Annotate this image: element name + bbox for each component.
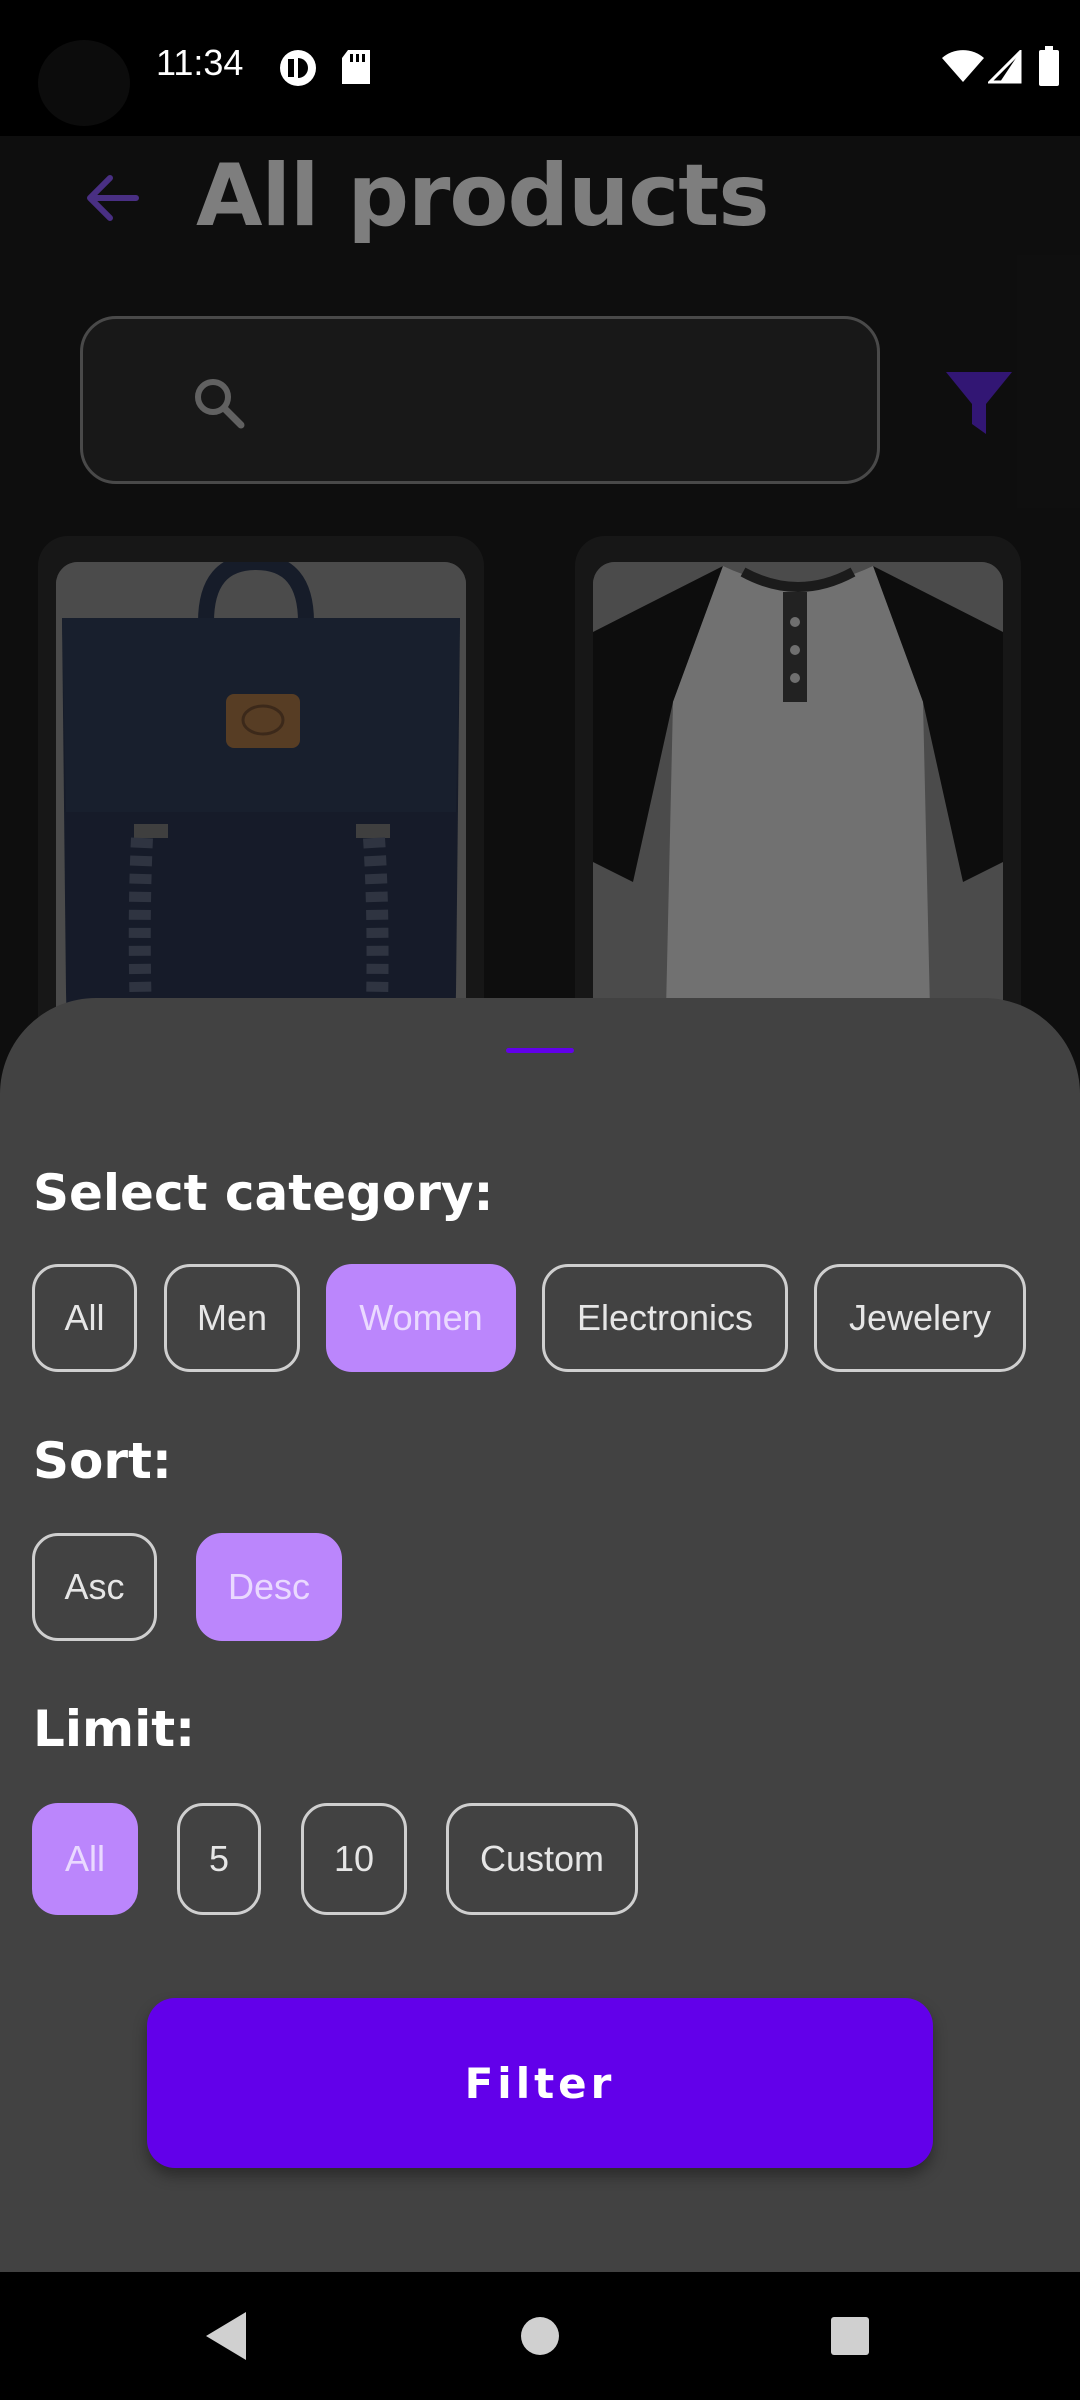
- chip-limit-custom[interactable]: Custom: [446, 1803, 638, 1915]
- system-nav-bar: [0, 2272, 1080, 2400]
- status-bar: 11:34: [0, 0, 1080, 136]
- category-title: Select category:: [33, 1164, 494, 1222]
- chip-category-all[interactable]: All: [32, 1264, 137, 1372]
- chip-limit-10[interactable]: 10: [301, 1803, 407, 1915]
- chip-limit-all[interactable]: All: [32, 1803, 138, 1915]
- recents-square-icon[interactable]: [818, 2304, 882, 2368]
- filter-button[interactable]: Filter: [147, 1998, 933, 2168]
- drag-handle[interactable]: [506, 1048, 574, 1053]
- chip-category-women[interactable]: Women: [326, 1264, 516, 1372]
- chip-category-electronics[interactable]: Electronics: [542, 1264, 788, 1372]
- notification-badge-icon: [280, 50, 316, 86]
- cellular-signal-icon: [988, 50, 1022, 84]
- back-triangle-icon[interactable]: [196, 2304, 260, 2368]
- chip-limit-5[interactable]: 5: [177, 1803, 261, 1915]
- sd-card-icon: [342, 50, 370, 84]
- sort-title: Sort:: [33, 1432, 172, 1490]
- chip-category-men[interactable]: Men: [164, 1264, 300, 1372]
- chip-sort-asc[interactable]: Asc: [32, 1533, 157, 1641]
- limit-title: Limit:: [33, 1700, 196, 1758]
- status-time: 11:34: [156, 42, 244, 83]
- home-circle-icon[interactable]: [508, 2304, 572, 2368]
- battery-icon: [1039, 46, 1059, 86]
- chip-sort-desc[interactable]: Desc: [196, 1533, 342, 1641]
- wifi-icon: [942, 50, 984, 82]
- camera-cutout: [38, 40, 130, 126]
- chip-category-jewelery[interactable]: Jewelery: [814, 1264, 1026, 1372]
